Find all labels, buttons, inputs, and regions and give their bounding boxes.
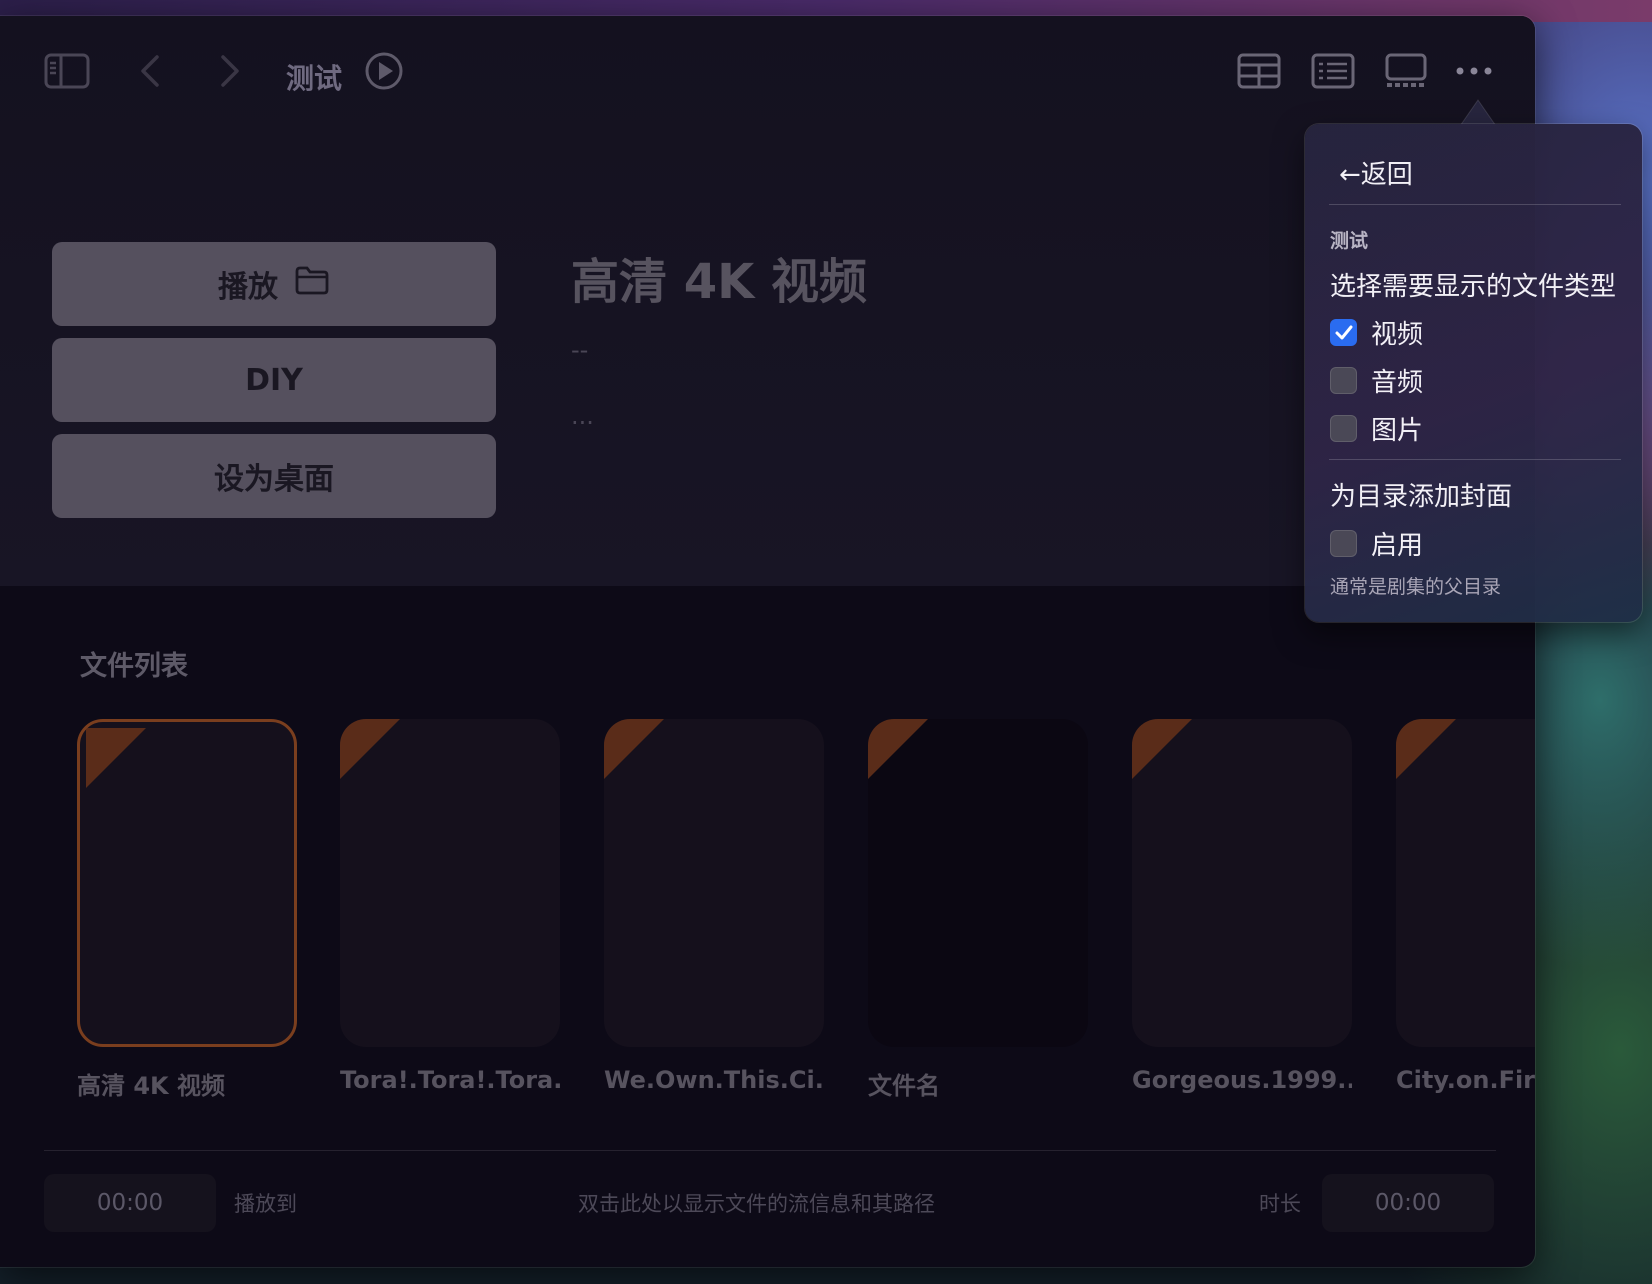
gallery-view-icon[interactable] (1383, 50, 1429, 92)
ellipsis-icon[interactable] (1452, 50, 1496, 92)
cover-enable-option[interactable]: 启用 (1330, 525, 1423, 562)
file-type-popover: ←返回 测试 选择需要显示的文件类型 视频 音频 图片 为目录添加封面 启用 通… (1305, 124, 1642, 622)
file-card-label: City.on.Fire. (1396, 1066, 1535, 1094)
stream-info-hint[interactable]: 双击此处以显示文件的流信息和其路径 (578, 1188, 935, 1218)
set-desktop-button[interactable]: 设为桌面 (52, 434, 496, 518)
checkmark-icon (1335, 325, 1352, 339)
play-folder-button[interactable]: 播放 (52, 242, 496, 326)
file-card-label: Gorgeous.1999... (1132, 1066, 1352, 1094)
table-view-icon[interactable] (1236, 50, 1282, 92)
duration-label: 时长 (1259, 1192, 1301, 1216)
card-corner-badge (1132, 719, 1192, 779)
filter-video-option[interactable]: 视频 (1330, 314, 1423, 351)
cover-note: 通常是剧集的父目录 (1330, 576, 1502, 598)
video-title: 高清 4K 视频 (571, 254, 868, 310)
play-to-label[interactable]: 播放到 (234, 1188, 297, 1218)
card-corner-badge (1396, 719, 1456, 779)
sidebar-icon[interactable] (44, 51, 90, 91)
video-checkbox[interactable] (1330, 319, 1357, 346)
card-corner-badge (604, 719, 664, 779)
folder-icon (294, 265, 330, 303)
file-card-label: Tora!.Tora!.Tora... (340, 1066, 560, 1094)
toolbar: 测试 (0, 16, 1535, 122)
card-corner-badge (868, 719, 928, 779)
image-option-label: 图片 (1371, 416, 1424, 446)
audio-checkbox[interactable] (1330, 367, 1357, 394)
bottom-divider (44, 1150, 1496, 1151)
popover-separator (1329, 459, 1621, 460)
video-option-label: 视频 (1371, 320, 1424, 350)
list-view-icon[interactable] (1310, 50, 1356, 92)
file-card[interactable] (1396, 719, 1535, 1047)
file-card[interactable] (340, 719, 560, 1047)
cover-enable-label: 启用 (1371, 531, 1424, 561)
popover-section-label: 测试 (1330, 230, 1369, 252)
current-time-display[interactable]: 00:00 (44, 1174, 216, 1232)
image-checkbox[interactable] (1330, 415, 1357, 442)
card-corner-badge (86, 728, 146, 788)
file-card-label: 高清 4K 视频 (77, 1072, 226, 1100)
popover-separator (1329, 204, 1621, 205)
play-button-label: 播放 (218, 270, 278, 305)
card-corner-badge (340, 719, 400, 779)
chevron-left-icon[interactable] (135, 51, 165, 91)
file-card[interactable] (77, 719, 297, 1047)
filter-audio-option[interactable]: 音频 (1330, 362, 1423, 399)
file-card-label: We.Own.This.Ci... (604, 1066, 824, 1094)
audio-option-label: 音频 (1371, 368, 1424, 398)
file-card[interactable] (1132, 719, 1352, 1047)
chevron-right-icon[interactable] (215, 51, 245, 91)
cover-enable-checkbox[interactable] (1330, 530, 1357, 557)
file-card-label: 文件名 (868, 1072, 940, 1100)
folder-title: 测试 (286, 62, 343, 95)
meta-line-2: ... (571, 402, 594, 430)
back-button[interactable]: ←返回 (1339, 154, 1413, 191)
meta-line-1: -- (571, 336, 589, 364)
play-circle-icon[interactable] (363, 50, 405, 92)
diy-button[interactable]: DIY (52, 338, 496, 422)
cover-header: 为目录添加封面 (1330, 482, 1513, 512)
popover-arrow (1459, 99, 1497, 126)
file-card[interactable] (868, 719, 1088, 1047)
file-list-title: 文件列表 (80, 651, 188, 682)
file-card[interactable] (604, 719, 824, 1047)
file-type-header: 选择需要显示的文件类型 (1330, 272, 1617, 302)
duration-display[interactable]: 00:00 (1322, 1174, 1494, 1232)
filter-image-option[interactable]: 图片 (1330, 410, 1423, 447)
